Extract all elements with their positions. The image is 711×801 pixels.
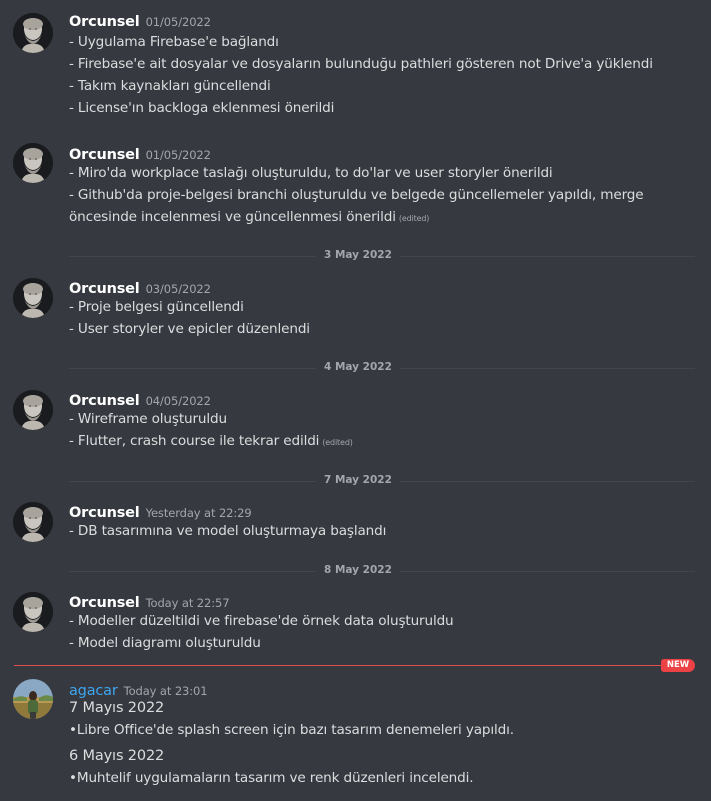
message-line: - Firebase'e ait dosyalar ve dosyaların … (69, 56, 653, 72)
message-line: - Flutter, crash course ile tekrar edild… (69, 433, 353, 449)
avatar[interactable] (13, 390, 53, 430)
message-line: - Modeller düzeltildi ve firebase'de örn… (69, 613, 454, 629)
username[interactable]: Orcunsel (69, 14, 140, 30)
message-text: öncesinde incelenmesi ve güncellenmesi ö… (69, 209, 396, 225)
edited-marker: (edited) (322, 438, 353, 447)
username[interactable]: agacar (69, 683, 118, 699)
date-divider-label: 8 May 2022 (316, 564, 400, 576)
message-line: 6 Mayıs 2022 (69, 748, 165, 764)
username[interactable]: Orcunsel (69, 281, 140, 297)
message-line: - DB tasarımına ve model oluşturmaya baş… (69, 523, 387, 539)
marble-bust-icon (13, 390, 53, 430)
marble-bust-icon (13, 502, 53, 542)
date-divider-label: 4 May 2022 (316, 361, 400, 373)
new-badge: NEW (661, 659, 695, 672)
avatar[interactable] (13, 502, 53, 542)
marble-bust-icon (13, 592, 53, 632)
username[interactable]: Orcunsel (69, 147, 140, 163)
username[interactable]: Orcunsel (69, 393, 140, 409)
message-line: •Libre Office'de splash screen için bazı… (69, 722, 514, 738)
timestamp: 01/05/2022 (145, 15, 211, 29)
message-line: - Takım kaynakları güncellendi (69, 78, 271, 94)
message-text: - Flutter, crash course ile tekrar edild… (69, 433, 320, 449)
timestamp: Yesterday at 22:29 (145, 506, 252, 520)
message-line: öncesinde incelenmesi ve güncellenmesi ö… (69, 209, 429, 225)
timestamp: Today at 22:57 (145, 596, 230, 610)
avatar[interactable] (13, 592, 53, 632)
message-line: - Uygulama Firebase'e bağlandı (69, 34, 279, 50)
message-line: - User storyler ve epicler düzenlendi (69, 321, 310, 337)
message-line: - License'ın backloga eklenmesi önerildi (69, 100, 335, 116)
message-line: •Muhtelif uygulamaların tasarım ve renk … (69, 770, 474, 786)
timestamp: 01/05/2022 (145, 148, 211, 162)
marble-bust-icon (13, 278, 53, 318)
date-divider-label: 3 May 2022 (316, 249, 400, 261)
marble-bust-icon (13, 13, 53, 53)
avatar[interactable] (13, 13, 53, 53)
message-line: - Github'da proje-belgesi branchi oluştu… (69, 187, 644, 203)
username[interactable]: Orcunsel (69, 595, 140, 611)
new-messages-divider (14, 665, 684, 666)
avatar[interactable] (13, 143, 53, 183)
timestamp: 03/05/2022 (145, 282, 211, 296)
marble-bust-icon (13, 143, 53, 183)
avatar[interactable] (13, 278, 53, 318)
date-divider-label: 7 May 2022 (316, 474, 400, 486)
message-line: 7 Mayıs 2022 (69, 700, 165, 716)
timestamp: 04/05/2022 (145, 394, 211, 408)
edited-marker: (edited) (398, 214, 430, 223)
message-line: - Model diagramı oluşturuldu (69, 635, 261, 651)
username[interactable]: Orcunsel (69, 505, 140, 521)
timestamp: Today at 23:01 (123, 684, 208, 698)
message-line: - Wireframe oluşturuldu (69, 411, 227, 427)
message-line: - Proje belgesi güncellendi (69, 299, 244, 315)
avatar[interactable] (13, 679, 53, 719)
message-line: - Miro'da workplace taslağı oluşturuldu,… (69, 165, 553, 181)
outdoor-photo-icon (13, 679, 53, 719)
